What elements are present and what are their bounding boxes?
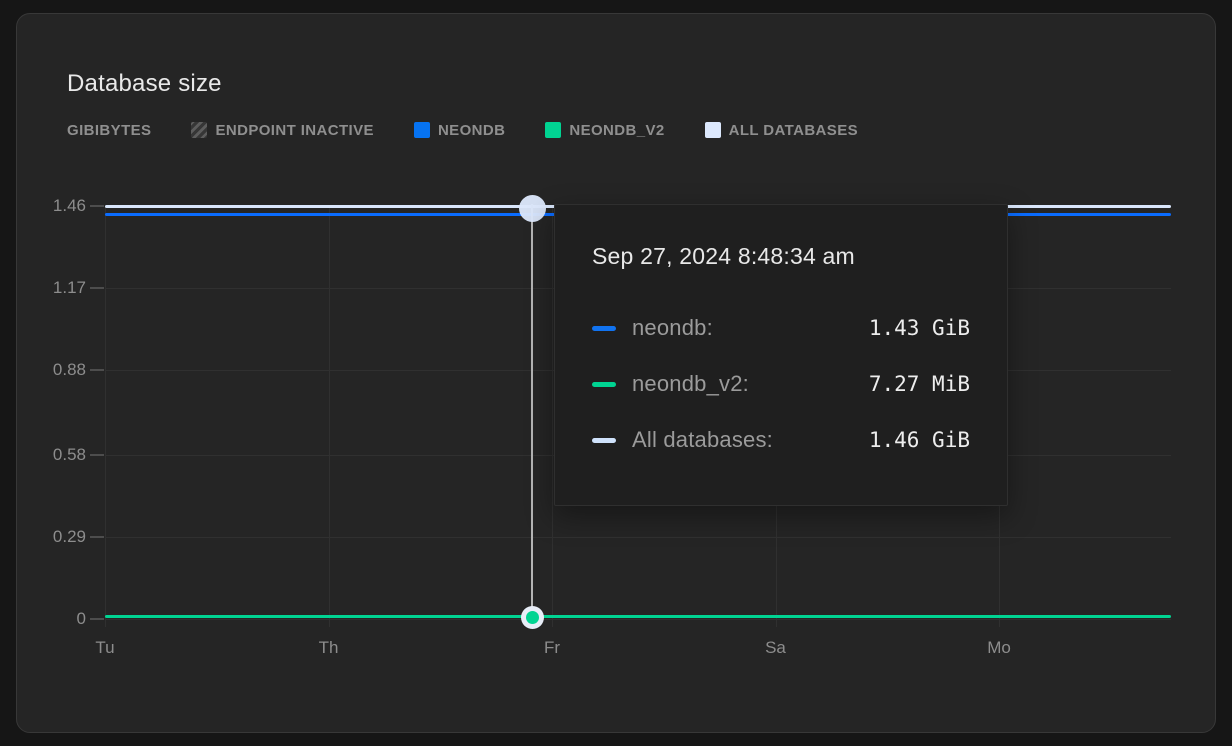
gridline-vertical — [552, 206, 553, 627]
gridline-horizontal — [105, 537, 1171, 538]
y-axis-tick — [90, 369, 104, 371]
y-axis-label: 1.17 — [17, 278, 86, 298]
gridline-vertical — [329, 206, 330, 627]
chart-card: Database size GIBIBYTES ENDPOINT INACTIV… — [16, 13, 1216, 733]
hover-marker-bottom-dot — [526, 611, 539, 624]
series-dash-icon — [592, 438, 616, 443]
y-axis-label: 0.29 — [17, 527, 86, 547]
page-background: { "card": { "title": "Database size" }, … — [0, 0, 1232, 746]
tooltip-series-label: All databases: — [632, 427, 773, 453]
tooltip-row: neondb_v2: 7.27 MiB — [592, 369, 970, 399]
gridline-vertical — [105, 206, 106, 627]
x-axis-label: Tu — [81, 638, 129, 658]
tooltip-series-value: 7.27 MiB — [869, 372, 970, 396]
tooltip: Sep 27, 2024 8:48:34 am neondb: 1.43 GiB… — [554, 204, 1008, 506]
y-axis-tick — [90, 618, 104, 620]
tooltip-row: neondb: 1.43 GiB — [592, 313, 970, 343]
y-axis-label: 1.46 — [17, 196, 86, 216]
series-dash-icon — [592, 382, 616, 387]
x-axis-label: Sa — [752, 638, 800, 658]
x-axis-label: Mo — [975, 638, 1023, 658]
y-axis-tick — [90, 536, 104, 538]
y-axis-tick — [90, 205, 104, 207]
y-axis-label: 0 — [17, 609, 86, 629]
tooltip-series-value: 1.43 GiB — [869, 316, 970, 340]
tooltip-series-value: 1.46 GiB — [869, 428, 970, 452]
tooltip-timestamp: Sep 27, 2024 8:48:34 am — [592, 239, 970, 273]
tooltip-series-label: neondb: — [632, 315, 713, 341]
y-axis-tick — [90, 454, 104, 456]
tooltip-row: All databases: 1.46 GiB — [592, 425, 970, 455]
x-axis-label: Th — [305, 638, 353, 658]
crosshair-line — [531, 204, 533, 617]
y-axis-tick — [90, 287, 104, 289]
x-axis-label: Fr — [528, 638, 576, 658]
series-dash-icon — [592, 326, 616, 331]
gridline-horizontal — [105, 619, 1171, 620]
tooltip-series-label: neondb_v2: — [632, 371, 749, 397]
y-axis-label: 0.58 — [17, 445, 86, 465]
y-axis-label: 0.88 — [17, 360, 86, 380]
chart-area[interactable]: 0 0.29 0.58 0.88 1.17 1.46 Mo Sa Fr Th Tu Sep 27, … — [17, 14, 1215, 732]
hover-marker-top — [519, 195, 546, 222]
